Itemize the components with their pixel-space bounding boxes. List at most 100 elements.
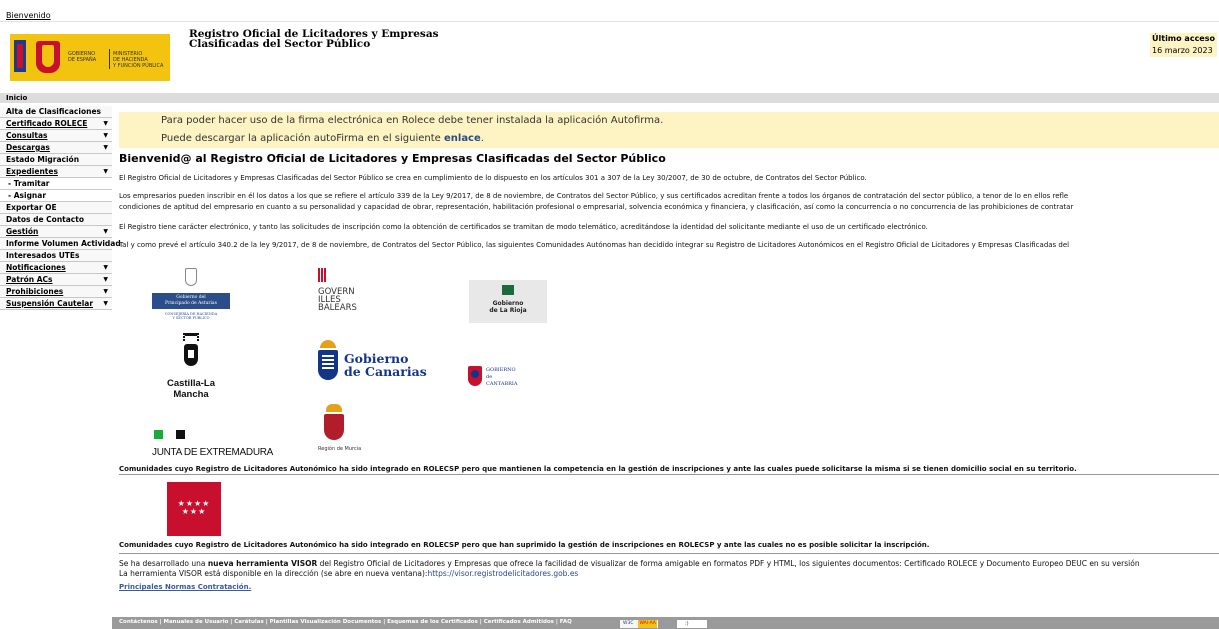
clm-shield-icon: [184, 344, 198, 366]
cantabria-line2: de: [486, 374, 493, 380]
asturias-crest-icon: [185, 268, 197, 286]
visor-tool-name: nueva herramienta VISOR: [207, 559, 318, 568]
extremadura-black-square-icon: [176, 430, 185, 439]
notice-line2-suffix: .: [480, 133, 484, 144]
clm-crest-icon: [180, 333, 202, 367]
baleares-bars-icon: [318, 268, 326, 282]
cantabria-text: GOBIERNO de CANTABRIA: [486, 367, 518, 388]
castilla-la-mancha-logo[interactable]: Castilla-La Mancha: [152, 333, 230, 400]
caption-integrated-with-management: Comunidades cuyo Registro de Licitadores…: [119, 465, 1077, 473]
notice-line2: Puede descargar la aplicación autoFirma …: [161, 133, 484, 144]
sidebar-item-patron-acs[interactable]: Patrón ACs: [0, 274, 112, 286]
visor-info: Se ha desarrollado una nueva herramienta…: [119, 559, 1140, 579]
sidebar-item-prohibiciones[interactable]: Prohibiciones: [0, 286, 112, 298]
rioja-logo[interactable]: Gobierno de La Rioja: [469, 280, 547, 323]
sidebar-item-exportar-oe[interactable]: Exportar OE: [0, 202, 112, 214]
intro-paragraph-1: El Registro Oficial de Licitadores y Emp…: [119, 174, 867, 182]
visor-url-link[interactable]: https://visor.registrodelicitadores.gob.…: [427, 569, 578, 578]
visor-line1-prefix: Se ha desarrollado una: [119, 559, 208, 568]
wai-aa-badge[interactable]: W3C WAI-AA: [620, 620, 658, 628]
sidebar-item-suspension-cautelar[interactable]: Suspensión Cautelar: [0, 298, 112, 310]
rioja-line2: de La Rioja: [489, 307, 527, 314]
divider: [119, 474, 1219, 475]
sidebar-item-notificaciones[interactable]: Notificaciones: [0, 262, 112, 274]
canarias-logo[interactable]: Gobierno de Canarias: [316, 340, 427, 394]
extremadura-green-square-icon: [154, 430, 163, 439]
coat-of-arms-icon: [36, 41, 60, 73]
intro-paragraph-2b: condiciones de aptitud del empresario en…: [119, 203, 1074, 211]
last-access-label: Último acceso: [1152, 34, 1215, 43]
government-logo: GOBIERNO DE ESPAÑA MINISTERIO DE HACIEND…: [10, 34, 170, 81]
site-title-line2: Clasificadas del Sector Público: [189, 38, 371, 50]
footer: Contáctenos | Manuales de Usuario | Cará…: [112, 617, 1219, 629]
clm-crown-icon: [183, 333, 199, 341]
visor-line2-prefix: La herramienta VISOR está disponible en …: [119, 569, 428, 578]
sidebar-item-estado-migracion[interactable]: Estado Migración: [0, 154, 112, 166]
canarias-crown-icon: [320, 340, 336, 348]
asturias-band: Gobierno del Principado de Asturias: [152, 293, 230, 309]
sidebar-item-interesados-utes[interactable]: Interesados UTEs: [0, 250, 112, 262]
normas-contratacion-link[interactable]: Principales Normas Contratación.: [119, 583, 251, 591]
notice-line1: Para poder hacer uso de la firma electró…: [161, 115, 664, 126]
visor-line1-suffix: del Registro Oficial de Licitadores y Em…: [317, 559, 1140, 568]
canarias-text: Gobierno de Canarias: [344, 352, 427, 378]
baleares-text: GOVERN ILLES BALEARS: [318, 287, 357, 313]
footer-links[interactable]: Contáctenos | Manuales de Usuario | Cará…: [119, 619, 572, 625]
visor-line1: Se ha desarrollado una nueva herramienta…: [119, 559, 1140, 569]
last-access-value: 16 marzo 2023: [1152, 46, 1213, 55]
sidebar-item-datos-de-contacto[interactable]: Datos de Contacto: [0, 214, 112, 226]
visor-line2: La herramienta VISOR está disponible en …: [119, 569, 1140, 579]
w3c-label: W3C: [623, 621, 634, 626]
asturias-line2: Principado de Asturias: [165, 301, 217, 306]
murcia-crown-icon: [326, 404, 342, 412]
divider: [119, 553, 1219, 554]
clm-text: Castilla-La Mancha: [166, 378, 216, 400]
asturias-logo[interactable]: Gobierno del Principado de Asturias CONS…: [152, 268, 230, 324]
sidebar-item-alta-de-clasificaciones[interactable]: Alta de Clasificaciones: [0, 106, 112, 118]
madrid-stars-row2: ★★★: [181, 507, 207, 516]
inicio-bar[interactable]: Inicio: [0, 93, 1219, 103]
madrid-logo[interactable]: ★★★★ ★★★: [167, 482, 221, 536]
notice-line2-text: Puede descargar la aplicación autoFirma …: [161, 133, 444, 144]
asturias-sub2: Y SECTOR PÚBLICO: [172, 316, 210, 320]
site-title: Registro Oficial de Licitadores y Empres…: [189, 29, 439, 66]
css-valid-badge[interactable]: :): [677, 620, 707, 628]
welcome-link[interactable]: Bienvenido: [6, 11, 51, 20]
murcia-text: Región de Murcia: [318, 446, 362, 452]
cantabria-line3: CANTABRIA: [486, 381, 518, 387]
sidebar-item-consultas[interactable]: Consultas: [0, 130, 112, 142]
autofirma-download-link[interactable]: enlace: [444, 133, 481, 144]
rioja-text: Gobierno de La Rioja: [469, 300, 547, 314]
extremadura-logo[interactable]: JUNTA DE EXTREMADURA: [152, 428, 273, 460]
inicio-link[interactable]: Inicio: [6, 94, 27, 102]
sidebar-item-gestion[interactable]: Gestión: [0, 226, 112, 238]
wai-badge-icon: WAI-AA: [638, 620, 657, 628]
sidebar-item-informe-volumen-actividad[interactable]: Informe Volumen Actividad: [0, 238, 121, 250]
logo-ministerio-text: MINISTERIO DE HACIENDA Y FUNCIÓN PÚBLICA: [113, 51, 164, 69]
rioja-icon: [502, 285, 514, 295]
murcia-logo[interactable]: Región de Murcia: [318, 404, 368, 460]
top-bar: Bienvenido: [0, 0, 1219, 22]
sidebar-menu: Alta de Clasificaciones Certificado ROLEC…: [0, 106, 121, 310]
sidebar-item-descargas[interactable]: Descargas: [0, 142, 112, 154]
canarias-line2: de Canarias: [344, 364, 427, 379]
extremadura-text: JUNTA DE EXTREMADURA: [152, 447, 274, 458]
last-access: Último acceso 16 marzo 2023: [1150, 33, 1217, 57]
intro-paragraph-2a: Los empresarios pueden inscribir en él l…: [119, 192, 1069, 200]
cantabria-line1: GOBIERNO: [486, 367, 516, 373]
eu-flag-icon: [14, 40, 26, 72]
intro-paragraph-4: Tal y como prevé el artículo 340.2 de la…: [119, 241, 1070, 249]
sidebar-item-certificado-rolece[interactable]: Certificado ROLECE: [0, 118, 112, 130]
baleares-logo[interactable]: GOVERN ILLES BALEARS: [318, 268, 388, 324]
sidebar-item-asignar[interactable]: - Asignar: [0, 190, 112, 202]
rioja-line1: Gobierno: [492, 300, 524, 307]
welcome-title: Bienvenid@ al Registro Oficial de Licita…: [119, 152, 666, 165]
autofirma-notice: Para poder hacer uso de la firma electró…: [119, 112, 1219, 148]
intro-paragraph-3: El Registro tiene carácter electrónico, …: [119, 223, 928, 231]
sidebar-item-tramitar[interactable]: - Tramitar: [0, 178, 112, 190]
cantabria-logo[interactable]: GOBIERNO de CANTABRIA: [468, 364, 538, 392]
sidebar-item-expedientes[interactable]: Expedientes: [0, 166, 112, 178]
cantabria-shield-icon: [468, 366, 482, 386]
logo-divider: [109, 49, 110, 69]
canarias-shield-icon: [318, 350, 338, 380]
